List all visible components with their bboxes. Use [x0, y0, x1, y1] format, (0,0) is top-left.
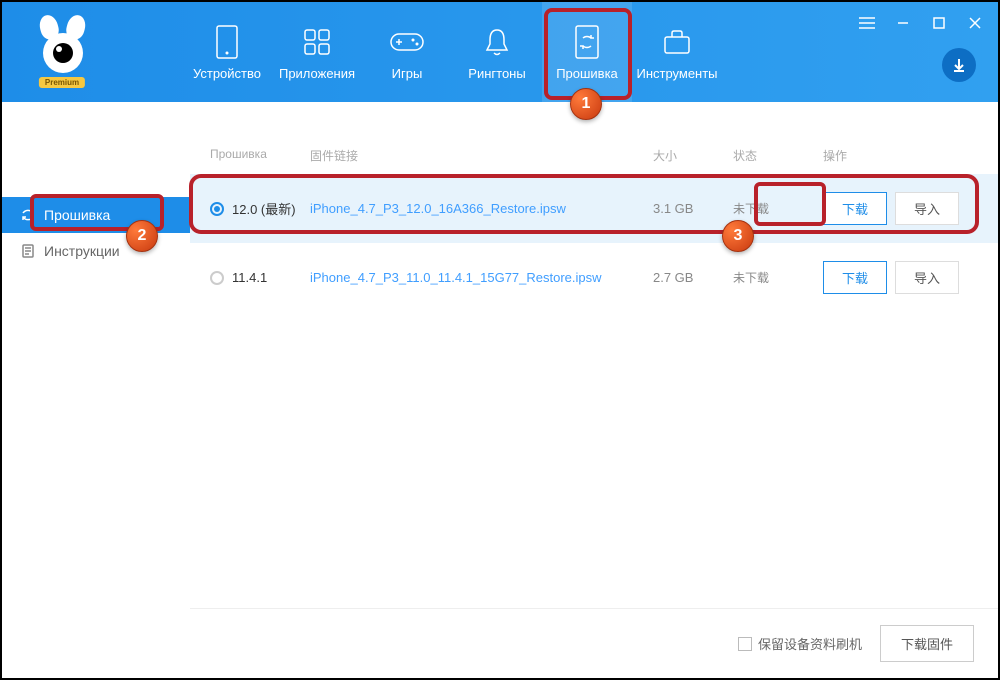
firmware-version: 12.0 (最新)	[232, 199, 296, 218]
firmware-link[interactable]: iPhone_4.7_P3_12.0_16A366_Restore.ipsw	[310, 201, 653, 216]
menu-icon[interactable]	[854, 10, 880, 36]
checkbox-label: 保留设备资料刷机	[758, 634, 862, 653]
sidebar-label: Прошивка	[44, 207, 110, 223]
nav-firmware[interactable]: Прошивка	[542, 2, 632, 102]
table-header: Прошивка 固件链接 大小 状态 操作	[190, 137, 998, 174]
nav-tools[interactable]: Инструменты	[632, 2, 722, 102]
import-button[interactable]: 导入	[895, 192, 959, 225]
minimize-icon[interactable]	[890, 10, 916, 36]
row-firmware: 12.0 (最新)	[210, 199, 310, 218]
main-nav: Устройство Приложения Игры Рингтоны Прош…	[182, 2, 722, 102]
import-button[interactable]: 导入	[895, 261, 959, 294]
download-firmware-button[interactable]: 下载固件	[880, 625, 974, 662]
table-row[interactable]: 11.4.1 iPhone_4.7_P3_11.0_11.4.1_15G77_R…	[190, 243, 998, 312]
main-panel: Прошивка 固件链接 大小 状态 操作 12.0 (最新) iPhone_…	[190, 102, 998, 678]
firmware-size: 3.1 GB	[653, 201, 733, 216]
header-action: 操作	[823, 147, 983, 164]
download-button[interactable]: 下载	[823, 261, 887, 294]
tools-icon	[659, 24, 695, 60]
firmware-status: 未下载	[733, 200, 823, 217]
nav-label: Прошивка	[556, 66, 618, 81]
app-header: Premium Устройство Приложения Игры	[2, 2, 998, 102]
content-area: Прошивка Инструкции Прошивка 固件链接 大小 状态 …	[2, 102, 998, 678]
row-actions: 下载 导入	[823, 192, 983, 225]
nav-ringtones[interactable]: Рингтоны	[452, 2, 542, 102]
apps-icon	[299, 24, 335, 60]
maximize-icon[interactable]	[926, 10, 952, 36]
nav-games[interactable]: Игры	[362, 2, 452, 102]
nav-label: Инструменты	[636, 66, 717, 81]
download-circle-button[interactable]	[942, 48, 976, 82]
window-controls	[854, 10, 988, 36]
keep-data-checkbox[interactable]: 保留设备资料刷机	[738, 634, 862, 653]
sidebar-label: Инструкции	[44, 243, 120, 259]
sidebar-item-firmware[interactable]: Прошивка	[2, 197, 190, 233]
sidebar-item-instructions[interactable]: Инструкции	[2, 233, 190, 269]
header-size: 大小	[653, 147, 733, 164]
radio-button[interactable]	[210, 271, 224, 285]
ringtones-icon	[479, 24, 515, 60]
sidebar: Прошивка Инструкции	[2, 102, 190, 678]
checkbox-icon	[738, 637, 752, 651]
close-icon[interactable]	[962, 10, 988, 36]
step-badge-1: 1	[570, 88, 602, 120]
app-logo: Premium	[2, 2, 122, 102]
device-icon	[209, 24, 245, 60]
games-icon	[389, 24, 425, 60]
nav-device[interactable]: Устройство	[182, 2, 272, 102]
firmware-version: 11.4.1	[232, 270, 267, 285]
row-actions: 下载 导入	[823, 261, 983, 294]
firmware-size: 2.7 GB	[653, 270, 733, 285]
nav-label: Приложения	[279, 66, 355, 81]
nav-apps[interactable]: Приложения	[272, 2, 362, 102]
nav-label: Игры	[392, 66, 423, 81]
document-icon	[20, 243, 36, 259]
header-status: 状态	[733, 147, 823, 164]
nav-label: Рингтоны	[468, 66, 525, 81]
table-row[interactable]: 12.0 (最新) iPhone_4.7_P3_12.0_16A366_Rest…	[190, 174, 998, 243]
refresh-icon	[20, 207, 36, 223]
header-firmware: Прошивка	[210, 147, 310, 164]
firmware-icon	[569, 24, 605, 60]
header-link: 固件链接	[310, 147, 653, 164]
download-button[interactable]: 下载	[823, 192, 887, 225]
step-badge-3: 3	[722, 220, 754, 252]
step-badge-2: 2	[126, 220, 158, 252]
premium-badge: Premium	[39, 77, 85, 88]
nav-label: Устройство	[193, 66, 261, 81]
row-firmware: 11.4.1	[210, 270, 310, 285]
footer-bar: 保留设备资料刷机 下载固件	[190, 608, 998, 678]
firmware-status: 未下载	[733, 269, 823, 286]
radio-button[interactable]	[210, 202, 224, 216]
firmware-link[interactable]: iPhone_4.7_P3_11.0_11.4.1_15G77_Restore.…	[310, 270, 653, 285]
